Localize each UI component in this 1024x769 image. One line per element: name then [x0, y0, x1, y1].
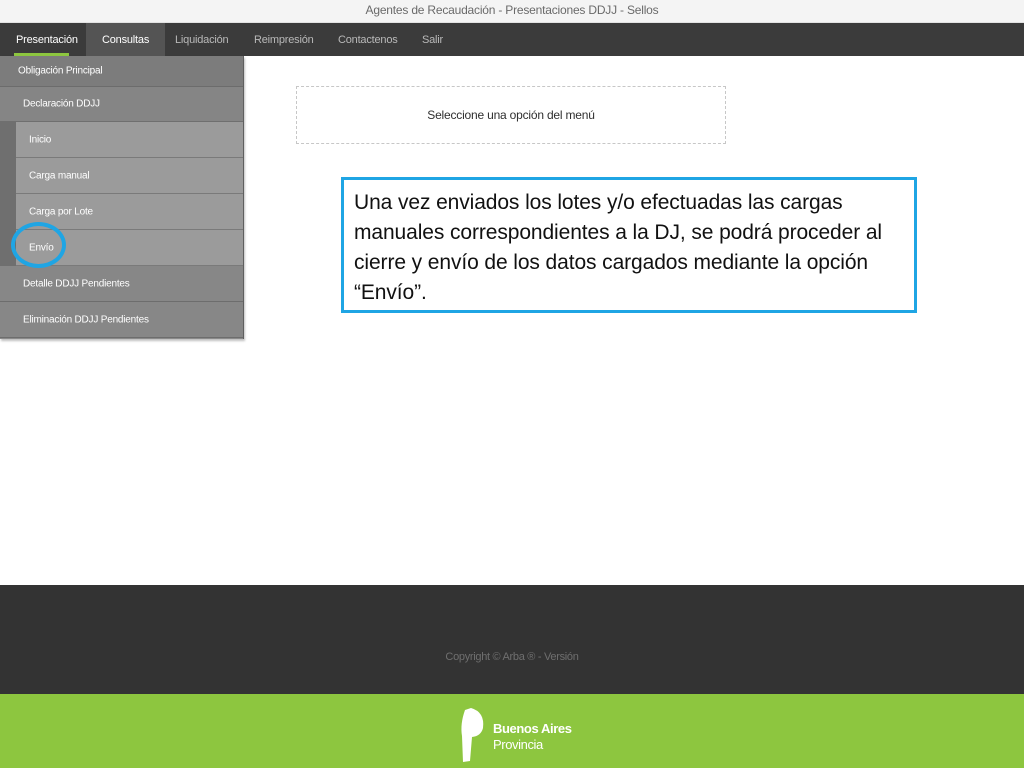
footer-brand-bar: Buenos Aires Provincia — [0, 694, 1024, 768]
instruction-callout: Una vez enviados los lotes y/o efectuada… — [341, 177, 917, 313]
buenos-aires-provincia-logo: Buenos Aires Provincia — [457, 706, 577, 764]
nav-consultas[interactable]: Consultas — [102, 34, 149, 46]
presentacion-dropdown-menu: Obligación Principal Declaración DDJJ In… — [0, 56, 244, 339]
province-shape-icon — [461, 708, 484, 762]
instruction-callout-text: Una vez enviados los lotes y/o efectuada… — [354, 191, 882, 304]
menu-obligacion-principal-label: Obligación Principal — [18, 65, 103, 77]
logo-text-line2: Provincia — [493, 737, 543, 752]
menu-item-carga-manual-label: Carga manual — [29, 170, 90, 181]
menu-item-inicio-label: Inicio — [29, 134, 52, 145]
nav-salir[interactable]: Salir — [422, 34, 443, 46]
menu-declaracion-ddjj[interactable]: Declaración DDJJ — [0, 87, 243, 122]
footer: Copyright © Arba ® - Versión — [0, 585, 1024, 694]
menu-obligacion-principal[interactable]: Obligación Principal — [0, 56, 243, 87]
menu-item-detalle-label: Detalle DDJJ Pendientes — [23, 278, 130, 289]
nav-presentacion[interactable]: Presentación — [16, 34, 78, 46]
window-title: Agentes de Recaudación - Presentaciones … — [365, 3, 659, 17]
window-titlebar: Agentes de Recaudación - Presentaciones … — [0, 0, 1024, 23]
menu-item-carga-manual[interactable]: Carga manual — [16, 158, 243, 194]
top-navbar: Presentación Consultas Liquidación Reimp… — [0, 23, 1024, 58]
menu-item-detalle-ddjj-pendientes[interactable]: Detalle DDJJ Pendientes — [0, 266, 243, 302]
select-option-prompt: Seleccione una opción del menú — [427, 108, 595, 122]
menu-item-carga-por-lote-label: Carga por Lote — [29, 206, 93, 217]
nav-liquidacion[interactable]: Liquidación — [175, 34, 229, 46]
menu-item-envio-label: Envío — [29, 242, 54, 253]
menu-item-eliminacion-ddjj-pendientes[interactable]: Eliminación DDJJ Pendientes — [0, 302, 243, 338]
menu-item-inicio[interactable]: Inicio — [16, 122, 243, 158]
nav-contactenos[interactable]: Contactenos — [338, 34, 398, 46]
submenu-indent — [0, 122, 16, 266]
logo-text-line1: Buenos Aires — [493, 721, 572, 736]
menu-declaracion-ddjj-label: Declaración DDJJ — [23, 98, 100, 110]
footer-copyright: Copyright © Arba ® - Versión — [445, 651, 579, 663]
menu-item-envio[interactable]: Envío — [16, 230, 243, 266]
menu-item-eliminacion-label: Eliminación DDJJ Pendientes — [23, 314, 149, 325]
select-option-panel: Seleccione una opción del menú — [296, 86, 726, 144]
menu-item-carga-por-lote[interactable]: Carga por Lote — [16, 194, 243, 230]
nav-reimpresion[interactable]: Reimpresión — [254, 34, 314, 46]
